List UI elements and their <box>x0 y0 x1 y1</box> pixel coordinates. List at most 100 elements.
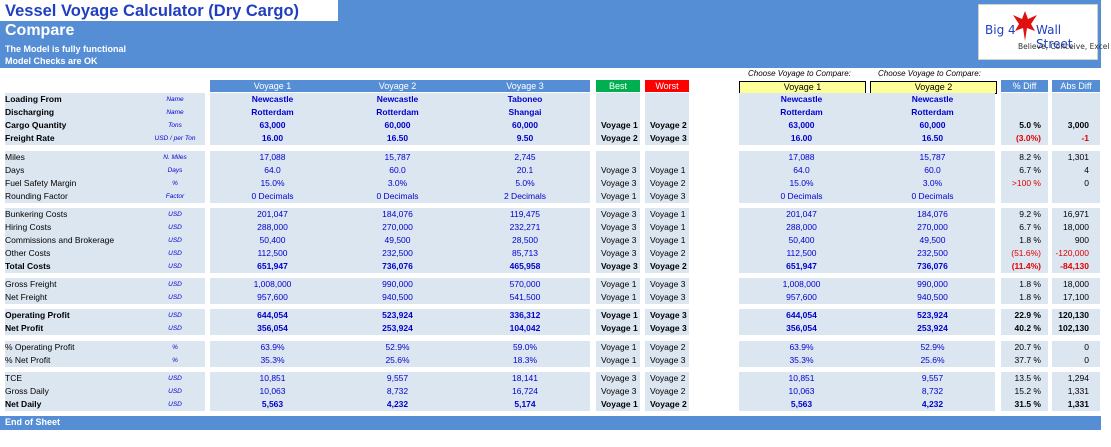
unit-label: USD <box>168 263 182 270</box>
worst-voyage: Voyage 2 <box>650 248 686 258</box>
compare-2-value: 52.9% <box>920 342 945 352</box>
compare-1-value: 1,008,000 <box>782 279 821 289</box>
unit-label: Tons <box>168 122 182 129</box>
unit-label: USD <box>168 388 182 395</box>
pct-diff-value: 1.8 % <box>1019 292 1041 302</box>
voyage-3-value: 60,000 <box>512 120 538 130</box>
voyage-1-header: Voyage 1 <box>210 80 335 92</box>
voyage-3-value: 104,042 <box>509 323 541 333</box>
best-voyage: Voyage 3 <box>601 248 637 258</box>
row-label: Bunkering Costs <box>5 209 68 219</box>
best-voyage: Voyage 3 <box>601 165 637 175</box>
unit-label: USD <box>168 312 182 319</box>
row-label: Cargo Quantity <box>5 120 67 130</box>
compare-2-value: 232,500 <box>917 248 948 258</box>
compare-1-value: 35.3% <box>789 355 814 365</box>
voyage-2-value: 16.50 <box>386 133 409 143</box>
worst-voyage: Voyage 2 <box>650 120 687 130</box>
voyage-1-value: Rotterdam <box>251 107 294 117</box>
choose-label-2: Choose Voyage to Compare: <box>878 69 981 78</box>
voyage-2-value: 253,924 <box>382 323 413 333</box>
voyage-3-value: 5.0% <box>515 178 535 188</box>
compare-2-value: Newcastle <box>911 94 954 104</box>
abs-diff-value: -84,130 <box>1060 261 1089 271</box>
logo: Big 4 Wall Street Believe, Conceive, Exc… <box>978 4 1109 60</box>
voyage-2-header: Voyage 2 <box>335 80 460 92</box>
pct-diff-value: 1.8 % <box>1019 279 1041 289</box>
voyage-3-header: Voyage 3 <box>460 80 590 92</box>
unit-label: % <box>172 357 178 364</box>
worst-voyage: Voyage 3 <box>650 355 686 365</box>
voyage-3-value: 16,724 <box>512 386 538 396</box>
unit-label: Days <box>167 167 183 174</box>
row-label: Commissions and Brokerage <box>5 235 115 245</box>
row-label: Gross Freight <box>5 279 57 289</box>
abs-diff-value: 102,130 <box>1058 323 1089 333</box>
compare-1-value: 63,000 <box>788 120 815 130</box>
compare-2-value: 940,500 <box>917 292 948 302</box>
voyage-3-value: 59.0% <box>512 342 538 352</box>
pct-diff-value: 5.0 % <box>1019 120 1041 130</box>
worst-voyage: Voyage 2 <box>650 373 686 383</box>
voyage-1-value: 64.0 <box>264 165 281 175</box>
compare-1-value: Newcastle <box>780 94 823 104</box>
row-label: Days <box>5 165 25 175</box>
best-voyage: Voyage 1 <box>601 342 637 352</box>
best-voyage: Voyage 1 <box>601 323 638 333</box>
row-label: % Net Profit <box>5 355 51 365</box>
voyage-2-value: 49,500 <box>384 235 411 245</box>
best-header: Best <box>596 80 640 92</box>
voyage-2-value: 232,500 <box>382 248 413 258</box>
compare-2-value: 60.0 <box>924 165 941 175</box>
voyage-2-value: 4,232 <box>386 399 409 409</box>
compare-2-value: 270,000 <box>917 222 948 232</box>
voyage-1-value: 201,047 <box>257 209 288 219</box>
unit-label: USD <box>168 281 182 288</box>
voyage-3-value: 20.1 <box>516 165 534 175</box>
voyage-2-value: 523,924 <box>382 310 413 320</box>
compare-2-value: 15,787 <box>919 152 946 162</box>
row-label: Operating Profit <box>5 310 70 320</box>
abs-diff-value: 900 <box>1074 235 1089 245</box>
voyage-1-value: 50,400 <box>259 235 286 245</box>
voyage-1-value: 644,054 <box>257 310 288 320</box>
pct-diff-value: 15.2 % <box>1014 386 1041 396</box>
compare-2-value: 3.0% <box>922 178 943 188</box>
abs-diff-value: 18,000 <box>1063 222 1089 232</box>
compare-2-value: 16.50 <box>921 133 944 143</box>
unit-label: USD <box>168 294 182 301</box>
voyage-2-value: 940,500 <box>382 292 413 302</box>
voyage-2-value: Rotterdam <box>376 107 419 117</box>
compare-2-value: 8,732 <box>921 386 944 396</box>
unit-label: USD <box>168 375 182 382</box>
row-label: TCE <box>5 373 22 383</box>
row-label: Discharging <box>5 107 55 117</box>
best-voyage: Voyage 1 <box>601 355 637 365</box>
best-voyage: Voyage 3 <box>601 209 637 219</box>
best-voyage: Voyage 3 <box>601 235 637 245</box>
pct-diff-value: (3.0%) <box>1015 133 1041 143</box>
pct-diff-value: 9.2 % <box>1019 209 1041 219</box>
abs-diff-value: 17,100 <box>1063 292 1089 302</box>
compare-2-value: 25.6% <box>920 355 945 365</box>
voyage-1-value: 15.0% <box>260 178 285 188</box>
best-voyage: Voyage 1 <box>601 292 637 302</box>
compare-1-value: 10,063 <box>788 386 815 396</box>
row-label: Other Costs <box>5 248 51 258</box>
compare-2-value: Rotterdam <box>911 107 954 117</box>
voyage-2-value: 270,000 <box>382 222 413 232</box>
unit-label: USD <box>168 224 182 231</box>
compare-2-value: 0 Decimals <box>911 191 954 201</box>
worst-voyage: Voyage 1 <box>650 235 686 245</box>
voyage-2-value: 3.0% <box>387 178 408 188</box>
worst-voyage: Voyage 1 <box>650 222 686 232</box>
compare-1-value: Rotterdam <box>780 107 823 117</box>
pct-diff-header: % Diff <box>1001 80 1048 92</box>
best-voyage: Voyage 1 <box>601 120 638 130</box>
voyage-3-value: 541,500 <box>509 292 541 302</box>
unit-label: Name <box>166 109 184 116</box>
voyage-1-value: 63.9% <box>260 342 285 352</box>
footer-band: End of Sheet <box>0 416 1101 430</box>
voyage-3-value: 570,000 <box>509 279 541 289</box>
row-label: % Operating Profit <box>5 342 75 352</box>
